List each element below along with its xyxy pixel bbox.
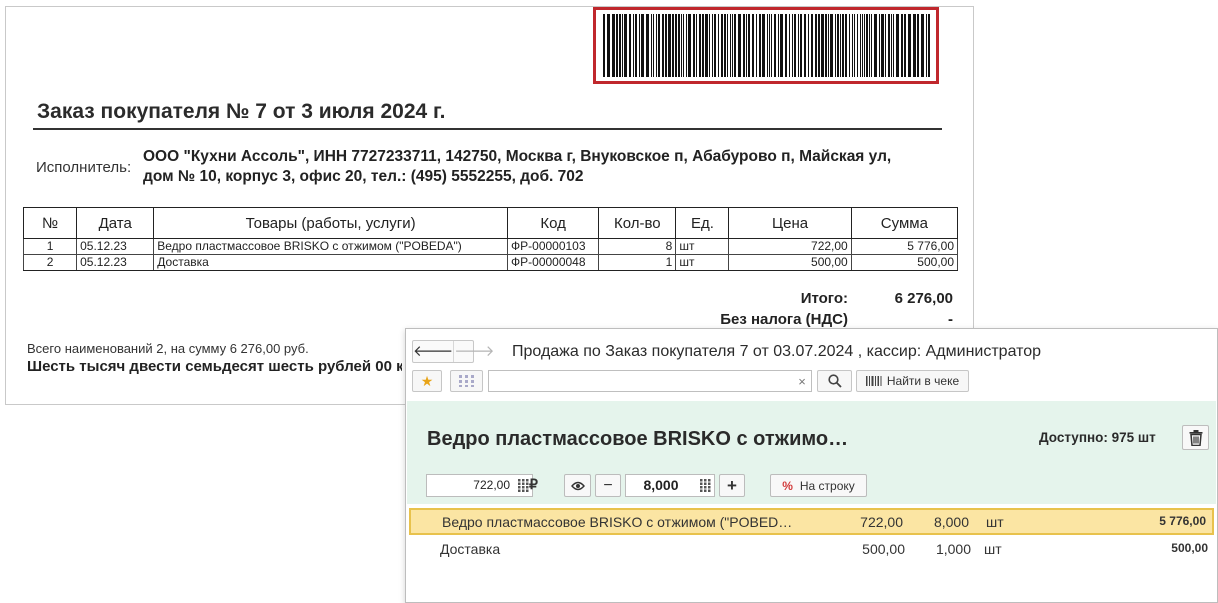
total-row: Итого: 6 276,00	[606, 288, 956, 309]
cell-unit: шт	[675, 238, 730, 255]
cell-goods: Доставка	[153, 254, 509, 271]
cell-number: 2	[22, 254, 78, 271]
document-title: Заказ покупателя № 7 от 3 июля 2024 г.	[37, 100, 446, 123]
row-discount-button[interactable]: % На строку	[770, 474, 867, 497]
view-details-button[interactable]	[564, 474, 591, 497]
quantity-field[interactable]: 8,000	[625, 474, 715, 497]
col-header-sum: Сумма	[850, 207, 959, 239]
trash-icon	[1189, 429, 1202, 446]
cell-code: ФР-00000103	[507, 238, 600, 255]
delete-line-button[interactable]	[1182, 425, 1209, 450]
table-row: 2 05.12.23 Доставка ФР-00000048 1 шт 500…	[22, 254, 959, 271]
vat-row: Без налога (НДС) -	[606, 309, 956, 330]
executor-details: ООО "Кухни Ассоль", ИНН 7727233711, 1427…	[143, 147, 943, 187]
items-table: № Дата Товары (работы, услуги) Код Кол-в…	[22, 207, 959, 271]
table-row: 1 05.12.23 Ведро пластмассовое BRISKO с …	[22, 238, 959, 255]
line-controls: 722,00 ₽ − 8,000 + % На строку	[406, 474, 1217, 498]
cell-price: 500,00	[728, 254, 852, 271]
cell-code: ФР-00000048	[507, 254, 600, 271]
navigation-buttons: 🡐 🡒	[412, 340, 494, 363]
favorite-star-icon[interactable]: ★	[412, 370, 442, 392]
table-header-row: № Дата Товары (работы, услуги) Код Кол-в…	[22, 207, 959, 239]
col-header-date: Дата	[76, 207, 155, 239]
line-sum: 5 776,00	[1159, 514, 1206, 528]
total-label: Итого:	[800, 290, 848, 307]
receipt-lines: Ведро пластмассовое BRISKO с отжимом ("P…	[409, 508, 1214, 562]
line-name: Доставка	[440, 541, 501, 557]
vat-value: -	[948, 311, 953, 328]
cell-sum: 500,00	[850, 254, 959, 271]
percent-icon: %	[782, 478, 793, 493]
apps-grid-icon	[458, 375, 474, 387]
price-value: 722,00	[473, 478, 510, 492]
find-in-receipt-button[interactable]: Найти в чеке	[856, 370, 969, 392]
current-product-name: Ведро пластмассовое BRISKO с отжимо…	[427, 428, 849, 450]
currency-sign: ₽	[529, 476, 538, 492]
amount-in-words: Шесть тысяч двести семьдесят шесть рубле…	[27, 358, 402, 375]
search-input[interactable]	[488, 370, 812, 392]
line-quantity: 8,000	[933, 514, 969, 530]
cell-quantity: 8	[598, 238, 677, 255]
cell-price: 722,00	[728, 238, 852, 255]
pos-sale-window: 🡐 🡒 Продажа по Заказ покупателя 7 от 03.…	[405, 328, 1218, 603]
barcode-scan-icon	[865, 376, 882, 386]
cell-unit: шт	[675, 254, 730, 271]
search-button[interactable]	[817, 370, 852, 392]
executor-line-1: ООО "Кухни Ассоль", ИНН 7727233711, 1427…	[143, 148, 892, 165]
window-titlebar: 🡐 🡒 Продажа по Заказ покупателя 7 от 03.…	[406, 329, 1217, 365]
search-icon	[827, 374, 842, 388]
calculator-icon[interactable]	[696, 475, 714, 496]
forward-arrow-icon[interactable]: 🡒	[453, 341, 494, 362]
cell-sum: 5 776,00	[850, 238, 959, 255]
executor-line-2: дом № 10, корпус 3, офис 20, тел.: (495)…	[143, 168, 584, 185]
price-field[interactable]: 722,00	[426, 474, 533, 497]
total-value: 6 276,00	[894, 290, 953, 307]
col-header-number: №	[22, 207, 78, 239]
find-in-receipt-label: Найти в чеке	[886, 374, 960, 388]
barcode-frame	[593, 7, 939, 84]
barcode-image	[603, 14, 930, 77]
back-arrow-icon[interactable]: 🡐	[413, 341, 453, 362]
executor-label: Исполнитель:	[36, 159, 132, 176]
cell-quantity: 1	[598, 254, 677, 271]
totals-block: Итого: 6 276,00 Без налога (НДС) -	[606, 288, 956, 330]
eye-icon	[570, 481, 585, 490]
line-sum: 500,00	[1171, 541, 1208, 555]
toolbar: ★ × Найти в чеке	[406, 370, 1217, 396]
available-stock: Доступно: 975 шт	[1039, 430, 1156, 445]
decrease-quantity-button[interactable]: −	[595, 474, 621, 497]
cell-number: 1	[22, 238, 78, 255]
line-name: Ведро пластмассовое BRISKO с отжимом ("P…	[442, 514, 793, 530]
line-unit: шт	[986, 514, 1004, 530]
col-header-unit: Ед.	[675, 207, 730, 239]
list-item[interactable]: Доставка 500,00 1,000 шт 500,00	[409, 535, 1214, 562]
list-item[interactable]: Ведро пластмассовое BRISKO с отжимом ("P…	[409, 508, 1214, 535]
col-header-code: Код	[507, 207, 600, 239]
window-title: Продажа по Заказ покупателя 7 от 03.07.2…	[512, 343, 1042, 360]
title-divider	[33, 128, 942, 130]
col-header-quantity: Кол-во	[598, 207, 677, 239]
apps-grid-button[interactable]	[450, 370, 483, 392]
row-discount-label: На строку	[799, 478, 855, 493]
cell-date: 05.12.23	[76, 254, 155, 271]
col-header-goods: Товары (работы, услуги)	[153, 207, 509, 239]
cell-goods: Ведро пластмассовое BRISKO с отжимом ("P…	[153, 238, 509, 255]
quantity-value: 8,000	[643, 477, 679, 493]
increase-quantity-button[interactable]: +	[719, 474, 745, 497]
line-price: 722,00	[860, 514, 903, 530]
vat-label: Без налога (НДС)	[720, 311, 848, 328]
line-quantity: 1,000	[935, 541, 971, 557]
line-unit: шт	[984, 541, 1002, 557]
cell-date: 05.12.23	[76, 238, 155, 255]
clear-search-icon[interactable]: ×	[793, 371, 811, 391]
col-header-price: Цена	[728, 207, 852, 239]
items-summary: Всего наименований 2, на сумму 6 276,00 …	[27, 341, 309, 356]
line-price: 500,00	[862, 541, 905, 557]
